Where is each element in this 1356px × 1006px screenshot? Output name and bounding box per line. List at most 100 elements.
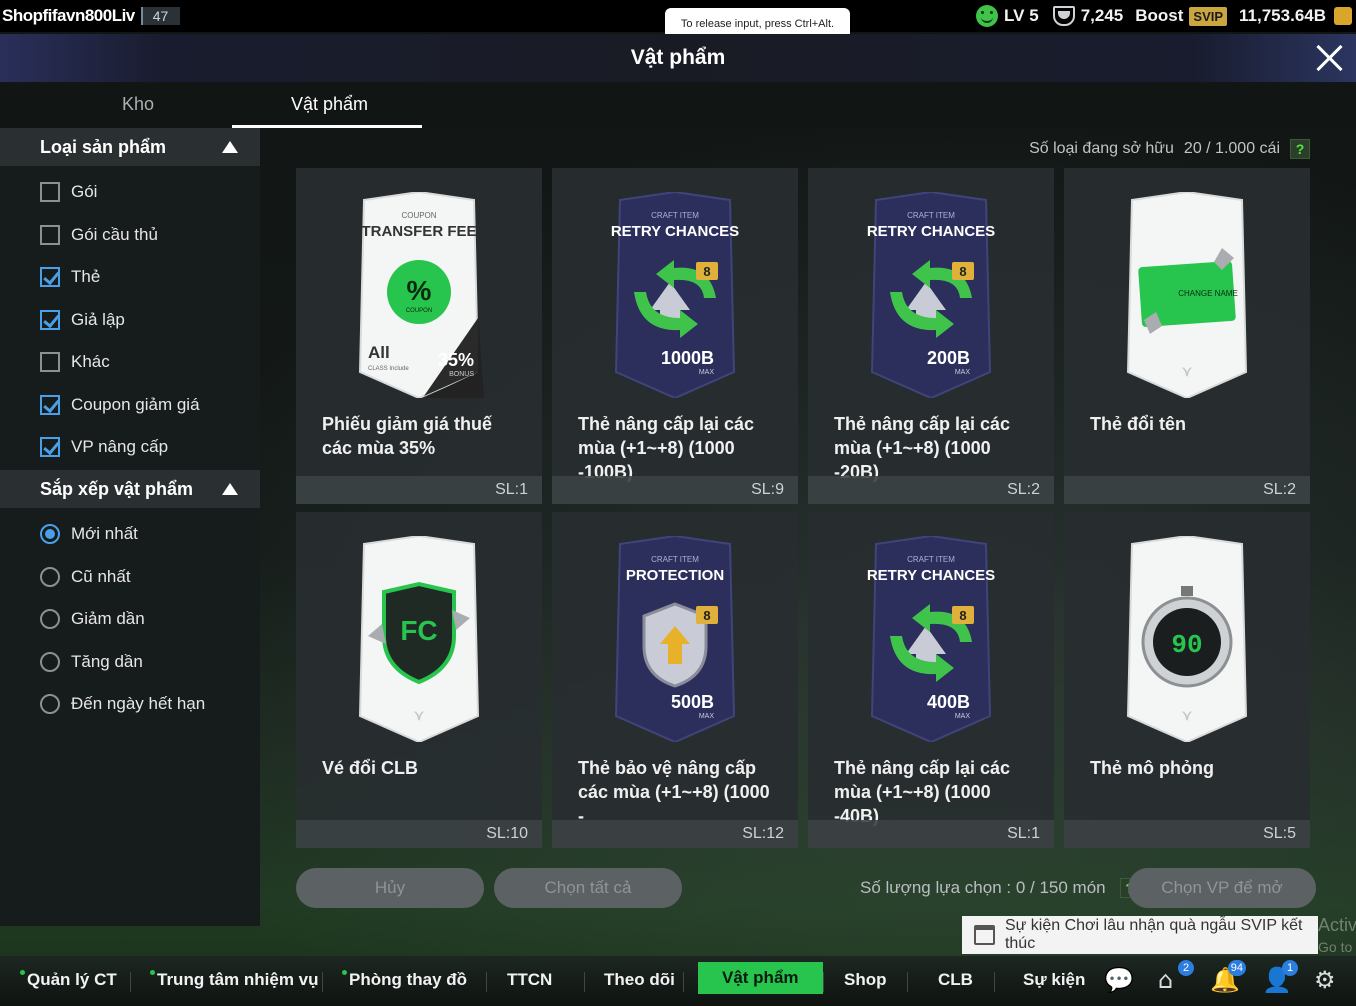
filter-option[interactable]: Gói — [40, 182, 97, 202]
item-image: COUPON TRANSFER FEE% COUPON All CLASS Includ… — [354, 190, 484, 400]
item-card[interactable]: CRAFT ITEM RETRY CHANCES 8 1000B MAX Thẻ nâng… — [552, 168, 798, 504]
cancel-button[interactable]: Hủy — [296, 868, 484, 908]
bottom-nav: Quản lý CT Trung tâm nhiệm vụ Phòng thay đ… — [0, 956, 1356, 1006]
checkbox[interactable] — [40, 437, 60, 457]
radio-button[interactable] — [40, 566, 60, 587]
event-text: Sự kiện Chơi lâu nhận quà ngẫu SVIP kết … — [1004, 917, 1303, 952]
item-card[interactable]: CRAFT ITEM RETRY CHANCES 8 400B MAX Thẻ nâng … — [808, 512, 1054, 848]
bell-icon[interactable]: 🔔 94 — [1210, 960, 1246, 996]
open-selected-button[interactable]: Chọn VP để mở — [1128, 868, 1316, 908]
sort-option[interactable]: Đến ngày hết hạn — [40, 694, 205, 714]
smile-icon — [976, 5, 999, 27]
nav-item-label: Theo dõi — [604, 970, 675, 989]
coin-icon — [1334, 7, 1352, 25]
filter-option[interactable]: Thẻ — [40, 267, 100, 287]
item-card[interactable]: FC ⋎ Vé đổi CLB SL:10 — [296, 512, 542, 848]
notification-dot — [20, 970, 25, 975]
owned-value: 20 / 1.000 cái — [1183, 140, 1280, 157]
help-icon[interactable]: ? — [1290, 139, 1310, 159]
art-value-sub: MAX — [699, 369, 715, 376]
filter-option[interactable]: VP nâng cấp — [40, 437, 168, 457]
checkbox[interactable] — [40, 224, 60, 245]
app-window: Shopfifavn800Liv 47 LV 5 7,245 Boost SVI… — [0, 0, 1356, 1006]
item-footer: SL:1 — [296, 476, 542, 504]
owned-count: Số loại đang sở hữu 20 / 1.000 cái ? — [1029, 139, 1310, 159]
filter-option-label: VP nâng cấp — [71, 437, 169, 456]
user-info[interactable]: Shopfifavn800Liv 47 — [2, 6, 181, 26]
checkbox[interactable] — [40, 182, 60, 202]
nav-item-2[interactable]: Trung tâm nhiệm vụ — [150, 970, 319, 990]
close-icon[interactable] — [1312, 40, 1348, 76]
item-name: Thẻ nâng cấp lại các mùa (+1~+8) (1000 -… — [834, 758, 1011, 826]
filter-option[interactable]: Giả lập — [40, 309, 125, 330]
home-icon[interactable]: ⌂ 2 — [1158, 960, 1194, 996]
sort-option[interactable]: Tăng dần — [40, 651, 143, 672]
item-card[interactable]: CRAFT ITEM PROTECTION 8 500B MAX Thẻ bảo vệ n… — [552, 512, 798, 848]
sort-option[interactable]: Mới nhất — [40, 524, 138, 544]
item-name: Thẻ đổi tên — [1090, 414, 1186, 434]
level-text: LV 5 — [1004, 6, 1039, 25]
filter-option[interactable]: Khác — [40, 352, 110, 372]
checkbox[interactable] — [40, 309, 60, 330]
art-value-text: 200B — [927, 348, 970, 368]
notification-dot — [342, 970, 347, 975]
fc-logo-icon: ⋎ — [1181, 363, 1193, 379]
item-card[interactable]: CRAFT ITEM RETRY CHANCES 8 200B MAX Thẻ nâng … — [808, 168, 1054, 504]
sort-header[interactable]: Sắp xếp vật phẩm — [0, 470, 260, 508]
sort-option[interactable]: Cũ nhất — [40, 566, 131, 587]
nav-item-6[interactable]: Vật phẩm — [698, 962, 823, 994]
watermark-line2: Go to — [1318, 939, 1353, 955]
timer-value: 90 — [1171, 630, 1202, 660]
sort-option[interactable]: Giảm dần — [40, 609, 145, 629]
nav-item-7[interactable]: Shop — [844, 970, 887, 990]
item-card-art: CRAFT ITEM PROTECTION 8 500BMAX — [614, 534, 736, 744]
activation-watermark: Activ Go to — [1318, 914, 1356, 958]
art-top-text: CRAFT ITEM — [907, 211, 955, 220]
event-banner[interactable]: Sự kiện Chơi lâu nhận quà ngẫu SVIP kết … — [962, 916, 1318, 954]
item-quantity: SL:2 — [1263, 481, 1296, 498]
filter-option[interactable]: Coupon giảm giá — [40, 394, 200, 415]
checkbox[interactable] — [40, 394, 60, 415]
item-card[interactable]: CHANGE NAME ⋎ Thẻ đổi tên SL:2 — [1064, 168, 1310, 504]
nav-item-label: Sự kiện — [1023, 970, 1086, 989]
checkbox[interactable] — [40, 352, 60, 372]
nav-separator — [683, 972, 684, 992]
nav-item-8[interactable]: CLB — [938, 970, 973, 990]
collapse-icon — [222, 483, 238, 495]
item-quantity: SL:12 — [742, 825, 784, 842]
level-badge-text: 8 — [959, 608, 966, 623]
radio-button[interactable] — [40, 524, 60, 544]
tab-vat-pham[interactable]: Vật phẩm — [291, 94, 368, 115]
radio-button[interactable] — [40, 694, 60, 714]
percent-icon: % — [407, 275, 432, 306]
nav-item-5[interactable]: Theo dõi — [604, 970, 675, 990]
nav-item-4[interactable]: TTCN — [507, 970, 552, 990]
nav-separator — [130, 972, 131, 992]
nav-item-9[interactable]: Sự kiện — [1023, 970, 1085, 990]
chat-icon[interactable]: 💬 — [1104, 966, 1134, 996]
tab-bar: Kho Vật phẩm — [0, 84, 1356, 128]
radio-button[interactable] — [40, 609, 60, 629]
chat-icon-glyph: 💬 — [1104, 966, 1134, 994]
art-value-text: 500B — [671, 692, 714, 712]
nav-item-3[interactable]: Phòng thay đồ — [342, 970, 467, 990]
select-all-button[interactable]: Chọn tất cả — [494, 868, 682, 908]
checkbox[interactable] — [40, 267, 60, 287]
gear-icon[interactable]: ⚙ — [1314, 966, 1344, 996]
tab-kho[interactable]: Kho — [122, 94, 154, 115]
sort-option-label: Đến ngày hết hạn — [71, 694, 206, 713]
art-top-text: CRAFT ITEM — [651, 211, 699, 220]
nav-item-1[interactable]: Quản lý CT — [20, 970, 117, 990]
item-footer: SL:12 — [552, 820, 798, 848]
trophy-icon — [1052, 6, 1075, 26]
item-card[interactable]: COUPON TRANSFER FEE% COUPON All CLASS Includ… — [296, 168, 542, 504]
product-type-title: Loại sản phẩm — [40, 136, 167, 157]
radio-button[interactable] — [40, 651, 60, 672]
item-footer: SL:9 — [552, 476, 798, 504]
filter-option[interactable]: Gói cầu thủ — [40, 224, 158, 245]
username: Shopfifavn800Liv — [2, 6, 135, 25]
notification-dot — [150, 970, 155, 975]
product-type-header[interactable]: Loại sản phẩm — [0, 128, 260, 166]
item-card[interactable]: 90 ⋎ Thẻ mô phỏng SL:5 — [1064, 512, 1310, 848]
friends-icon[interactable]: 👤 1 — [1262, 960, 1298, 996]
